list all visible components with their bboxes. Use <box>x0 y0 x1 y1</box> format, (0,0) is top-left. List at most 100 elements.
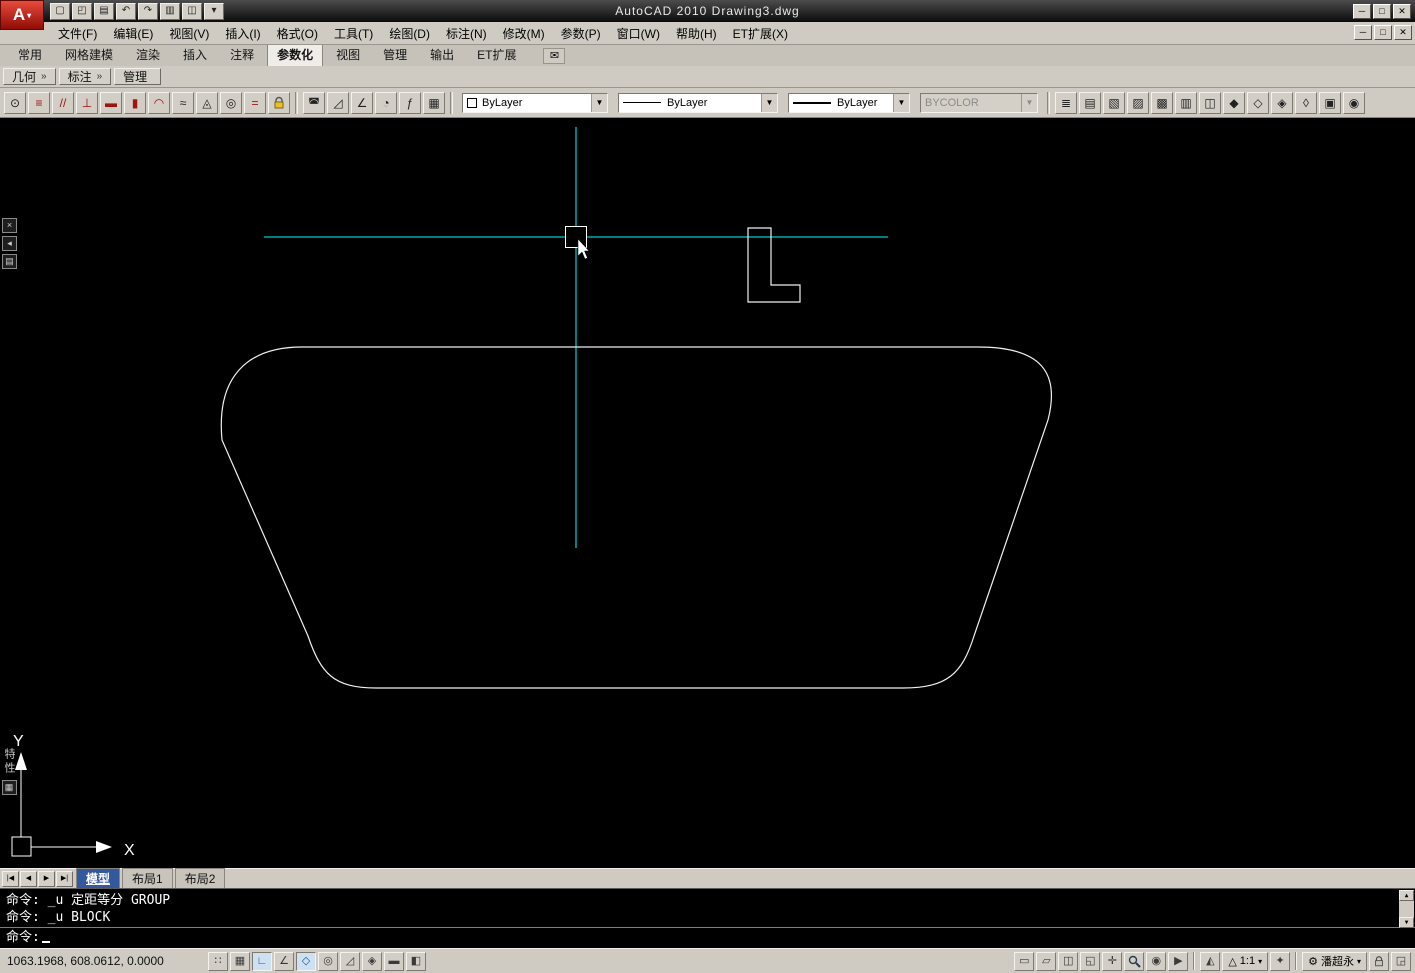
qp-toggle[interactable]: ◧ <box>406 951 426 971</box>
fix-constraint-icon[interactable] <box>268 91 290 114</box>
mdi-minimize-button[interactable]: ─ <box>1354 25 1372 40</box>
menu-item[interactable]: 绘图(D) <box>381 22 438 45</box>
linetype-dropdown[interactable]: ByLayer ▼ <box>618 92 778 113</box>
quickview-drawings-button[interactable]: ◱ <box>1080 951 1101 971</box>
palette-close-icon[interactable]: × <box>2 218 17 233</box>
ribbon-tab[interactable]: 管理 <box>373 43 417 66</box>
menu-item[interactable]: 视图(V) <box>161 22 217 45</box>
prev-tab-button[interactable]: ◀ <box>20 870 37 887</box>
ribbon-tab[interactable]: 插入 <box>173 43 217 66</box>
make-object-layer-current-icon[interactable]: ◆ <box>1223 91 1245 114</box>
layout-tab[interactable]: 布局1 <box>122 868 173 889</box>
anchored-palette-tab[interactable]: 特性 ▦ <box>1 748 17 795</box>
steering-wheel-button[interactable]: ◉ <box>1146 951 1167 971</box>
ribbon-tab[interactable]: 网格建模 <box>55 43 123 66</box>
menu-item[interactable]: 编辑(E) <box>105 22 161 45</box>
menu-item[interactable]: 文件(F) <box>50 22 105 45</box>
layout-tab[interactable]: 布局2 <box>174 868 226 889</box>
autocad-logo[interactable]: A ▾ <box>0 0 44 30</box>
workspace-switch-button[interactable]: ⚙ 潘超永 ▾ <box>1302 951 1367 971</box>
panel-tab-geometry[interactable]: 几何 » <box>3 68 56 85</box>
close-button[interactable]: ✕ <box>1393 3 1411 19</box>
layer-lock-icon[interactable]: ◫ <box>1199 91 1221 114</box>
layer-isolate-icon[interactable]: ▧ <box>1103 91 1125 114</box>
layer-freeze-icon[interactable]: ▩ <box>1151 91 1173 114</box>
trapezoid-object[interactable] <box>220 346 1052 689</box>
layer-states-manager-icon[interactable]: ▤ <box>1079 91 1101 114</box>
menu-item[interactable]: 工具(T) <box>326 22 381 45</box>
scroll-up-icon[interactable]: ▲ <box>1399 890 1414 901</box>
panel-tab-manage[interactable]: 管理 <box>114 68 162 85</box>
otrack-toggle[interactable]: ◎ <box>318 951 338 971</box>
undo-icon[interactable]: ↶ <box>116 2 136 20</box>
tangent-constraint-icon[interactable]: ◠ <box>148 91 170 114</box>
menu-item[interactable]: 窗口(W) <box>609 22 668 45</box>
ribbon-tab[interactable]: 注释 <box>220 43 264 66</box>
scroll-down-icon[interactable]: ▼ <box>1399 917 1414 928</box>
copy-objects-to-layer-icon[interactable]: ◊ <box>1295 91 1317 114</box>
command-scrollbar[interactable]: ▲ ▼ <box>1399 890 1414 928</box>
menu-item[interactable]: 修改(M) <box>495 22 553 45</box>
menu-item[interactable]: 参数(P) <box>553 22 609 45</box>
perpendicular-constraint-icon[interactable]: ⊥ <box>76 91 98 114</box>
aligned-constraint-icon[interactable]: ◿ <box>327 91 349 114</box>
lineweight-dropdown[interactable]: ByLayer ▼ <box>788 92 910 113</box>
layer-match-icon[interactable]: ◇ <box>1247 91 1269 114</box>
color-dropdown[interactable]: ByLayer ▼ <box>462 92 608 113</box>
save-icon[interactable]: ▤ <box>94 2 114 20</box>
interface-lock-button[interactable] <box>1369 951 1389 971</box>
layer-walk-icon[interactable]: ▣ <box>1319 91 1341 114</box>
menu-item[interactable]: 帮助(H) <box>668 22 725 45</box>
parallel-constraint-icon[interactable]: // <box>52 91 74 114</box>
palette-autohide-icon[interactable]: ◂ <box>2 236 17 251</box>
change-to-current-layer-icon[interactable]: ◈ <box>1271 91 1293 114</box>
coordinates-readout[interactable]: 1063.1968, 608.0612, 0.0000 <box>4 954 206 968</box>
l-shape-object[interactable] <box>747 227 801 303</box>
drawing-canvas[interactable]: X Y × ◂ ▤ 特性 ▦ <box>0 118 1415 868</box>
showmotion-button[interactable]: ▶ <box>1168 951 1189 971</box>
plot-preview-icon[interactable]: ◫ <box>182 2 202 20</box>
polar-toggle[interactable]: ∠ <box>274 951 294 971</box>
annotation-scale-button[interactable]: △ 1:1 ▾ <box>1222 951 1269 971</box>
open-icon[interactable]: ◰ <box>72 2 92 20</box>
match-properties-icon[interactable]: ◉ <box>1343 91 1365 114</box>
minimize-button[interactable]: ─ <box>1353 3 1371 19</box>
ribbon-tab[interactable]: ET扩展 <box>467 43 526 66</box>
ortho-toggle[interactable]: ∟ <box>252 951 272 971</box>
menu-dropdown-icon[interactable]: ▾ <box>204 2 224 20</box>
constraint-settings-icon[interactable]: ▦ <box>423 91 445 114</box>
ribbon-tab[interactable]: 渲染 <box>126 43 170 66</box>
annotation-autoscale-button[interactable]: ✦ <box>1270 951 1291 971</box>
command-window[interactable]: 命令: _u 定距等分 GROUP 命令: _u BLOCK 命令: ▲ ▼ <box>0 888 1415 948</box>
grid-toggle[interactable]: ▦ <box>230 951 250 971</box>
ribbon-tab[interactable]: 输出 <box>420 43 464 66</box>
annotation-visibility-button[interactable]: ◭ <box>1200 951 1221 971</box>
clean-screen-button[interactable]: ◲ <box>1391 951 1411 971</box>
palette-menu-icon[interactable]: ▤ <box>2 254 17 269</box>
ribbon-tab[interactable]: 视图 <box>326 43 370 66</box>
lwt-toggle[interactable]: ▬ <box>384 951 404 971</box>
snap-toggle[interactable]: ∷ <box>208 951 228 971</box>
layout-tab[interactable]: 模型 <box>76 868 121 889</box>
menu-item[interactable]: 格式(O) <box>269 22 326 45</box>
dyn-toggle[interactable]: ◈ <box>362 951 382 971</box>
model-space-button[interactable]: ▭ <box>1014 951 1035 971</box>
smooth-constraint-icon[interactable]: ≈ <box>172 91 194 114</box>
zoom-button[interactable] <box>1124 951 1145 971</box>
palette-grid-icon[interactable]: ▦ <box>1 780 17 795</box>
parameters-manager-icon[interactable]: ƒ <box>399 91 421 114</box>
pan-button[interactable]: ✛ <box>1102 951 1123 971</box>
menu-item[interactable]: 插入(I) <box>217 22 268 45</box>
redo-icon[interactable]: ↷ <box>138 2 158 20</box>
menu-item[interactable]: ET扩展(X) <box>725 22 796 45</box>
equal-constraint-icon[interactable]: = <box>244 91 266 114</box>
ducs-toggle[interactable]: ◿ <box>340 951 360 971</box>
horizontal-constraint-icon[interactable]: ▬ <box>100 91 122 114</box>
angular-constraint-icon[interactable]: ∠ <box>351 91 373 114</box>
layer-properties-manager-icon[interactable]: ≣ <box>1055 91 1077 114</box>
symmetric-constraint-icon[interactable]: ◬ <box>196 91 218 114</box>
first-tab-button[interactable]: |◀ <box>2 870 19 887</box>
coincident-constraint-icon[interactable]: ⊙ <box>4 91 26 114</box>
concentric-constraint-icon[interactable]: ◎ <box>220 91 242 114</box>
ribbon-tab[interactable]: 参数化 <box>267 43 324 66</box>
